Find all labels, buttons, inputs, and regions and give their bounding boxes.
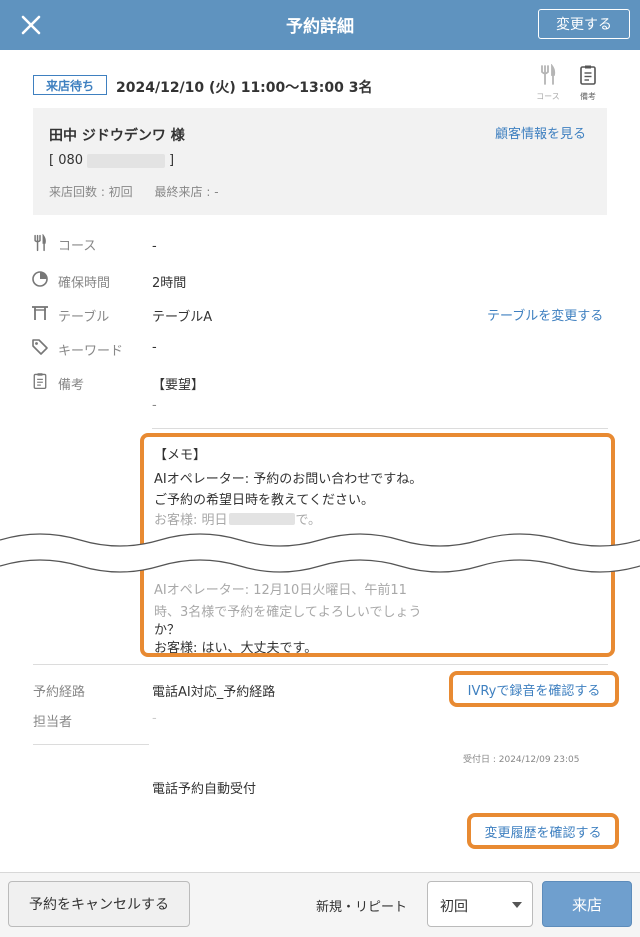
phone-redacted xyxy=(87,153,166,168)
customer-name: 田中 ジドウデンワ 様 xyxy=(49,128,185,144)
memo-header: 【メモ】 xyxy=(154,448,207,463)
divider xyxy=(33,664,608,665)
view-customer-link[interactable]: 顧客情報を見る xyxy=(495,123,586,142)
customer-phone: [ 080 ] xyxy=(49,153,174,168)
duration-value: 2時間 xyxy=(152,276,187,291)
notes-row-icon xyxy=(30,371,50,391)
fork-knife-icon xyxy=(34,234,46,252)
staff-label: 担当者 xyxy=(33,715,73,730)
memo-indicator-label: 備考 xyxy=(580,92,596,101)
status-badge: 来店待ち xyxy=(33,75,107,95)
reservation-datetime: 2024/12/10 (火) 11:00〜13:00 3名 xyxy=(116,80,373,96)
content-break-wave xyxy=(0,533,640,573)
table-row-icon xyxy=(30,303,50,323)
received-date: 受付日 : 2024/12/09 23:05 xyxy=(463,755,580,765)
request-header: 【要望】 xyxy=(152,378,205,393)
course-indicator-label: コース xyxy=(536,92,560,101)
footer-bar: 予約をキャンセルする 新規・リピート 初回 来店 xyxy=(0,872,640,937)
visit-count: 来店回数 : 初回 xyxy=(49,185,133,199)
memo-line: ご予約の希望日時を教えてください。 xyxy=(154,493,374,508)
memo-line: 時、3名様で予約を確定してよろしいでしょう xyxy=(154,605,422,620)
fork-knife-icon xyxy=(541,63,556,85)
keyword-value: - xyxy=(152,340,157,355)
clipboard-icon xyxy=(33,373,47,390)
divider xyxy=(33,744,149,745)
last-visit: 最終来店 : - xyxy=(154,185,219,199)
table-label: テーブル xyxy=(58,310,110,325)
header-bar: 予約詳細 変更する xyxy=(0,0,640,50)
edit-button[interactable]: 変更する xyxy=(538,9,630,39)
check-history-button[interactable]: 変更履歴を確認する xyxy=(467,813,619,849)
notes-label: 備考 xyxy=(58,378,85,393)
caret-down-icon xyxy=(512,902,522,908)
memo-redacted xyxy=(228,512,295,525)
table-icon xyxy=(32,306,48,320)
new-repeat-label: 新規・リピート xyxy=(316,900,408,915)
course-row-icon xyxy=(30,233,50,253)
memo-indicator: 備考 xyxy=(573,64,603,102)
memo-line: か？ xyxy=(154,623,181,638)
duration-label: 確保時間 xyxy=(58,276,111,291)
route-value: 電話AI対応_予約経路 xyxy=(152,685,276,700)
arrive-button[interactable]: 来店 xyxy=(542,881,632,927)
visit-stats: 来店回数 : 初回 最終来店 : - xyxy=(49,183,219,200)
table-value: テーブルA xyxy=(152,310,213,325)
memo-line: AIオペレーター: 12月10日火曜日、午前11 xyxy=(154,583,407,598)
course-value: - xyxy=(152,239,157,254)
change-table-link[interactable]: テーブルを変更する xyxy=(487,305,603,324)
clipboard-icon xyxy=(580,65,596,85)
auto-reception: 電話予約自動受付 xyxy=(152,782,257,797)
cancel-reservation-button[interactable]: 予約をキャンセルする xyxy=(8,881,190,927)
visit-type-value: 初回 xyxy=(440,899,468,915)
visit-type-select[interactable]: 初回 xyxy=(427,881,533,927)
staff-value: - xyxy=(152,711,157,726)
keyword-row-icon xyxy=(30,337,50,357)
request-value: - xyxy=(152,398,157,413)
phone-suffix: ] xyxy=(169,153,175,168)
duration-row-icon xyxy=(30,269,50,289)
phone-prefix: [ 080 xyxy=(49,153,84,168)
memo-line: AIオペレーター: 予約のお問い合わせですね。 xyxy=(154,472,423,487)
customer-panel: 田中 ジドウデンワ 様 [ 080 ] 来店回数 : 初回 最終来店 : - 顧… xyxy=(33,108,607,215)
route-label: 予約経路 xyxy=(33,685,86,700)
check-recording-button[interactable]: IVRyで録音を確認する xyxy=(449,671,619,707)
keyword-label: キーワード xyxy=(58,344,124,359)
memo-line: お客様: はい、大丈夫です。 xyxy=(154,641,318,656)
divider xyxy=(152,428,608,429)
course-indicator: コース xyxy=(533,63,563,102)
tag-icon xyxy=(32,339,48,355)
course-label: コース xyxy=(58,239,97,254)
clock-icon xyxy=(32,271,48,287)
